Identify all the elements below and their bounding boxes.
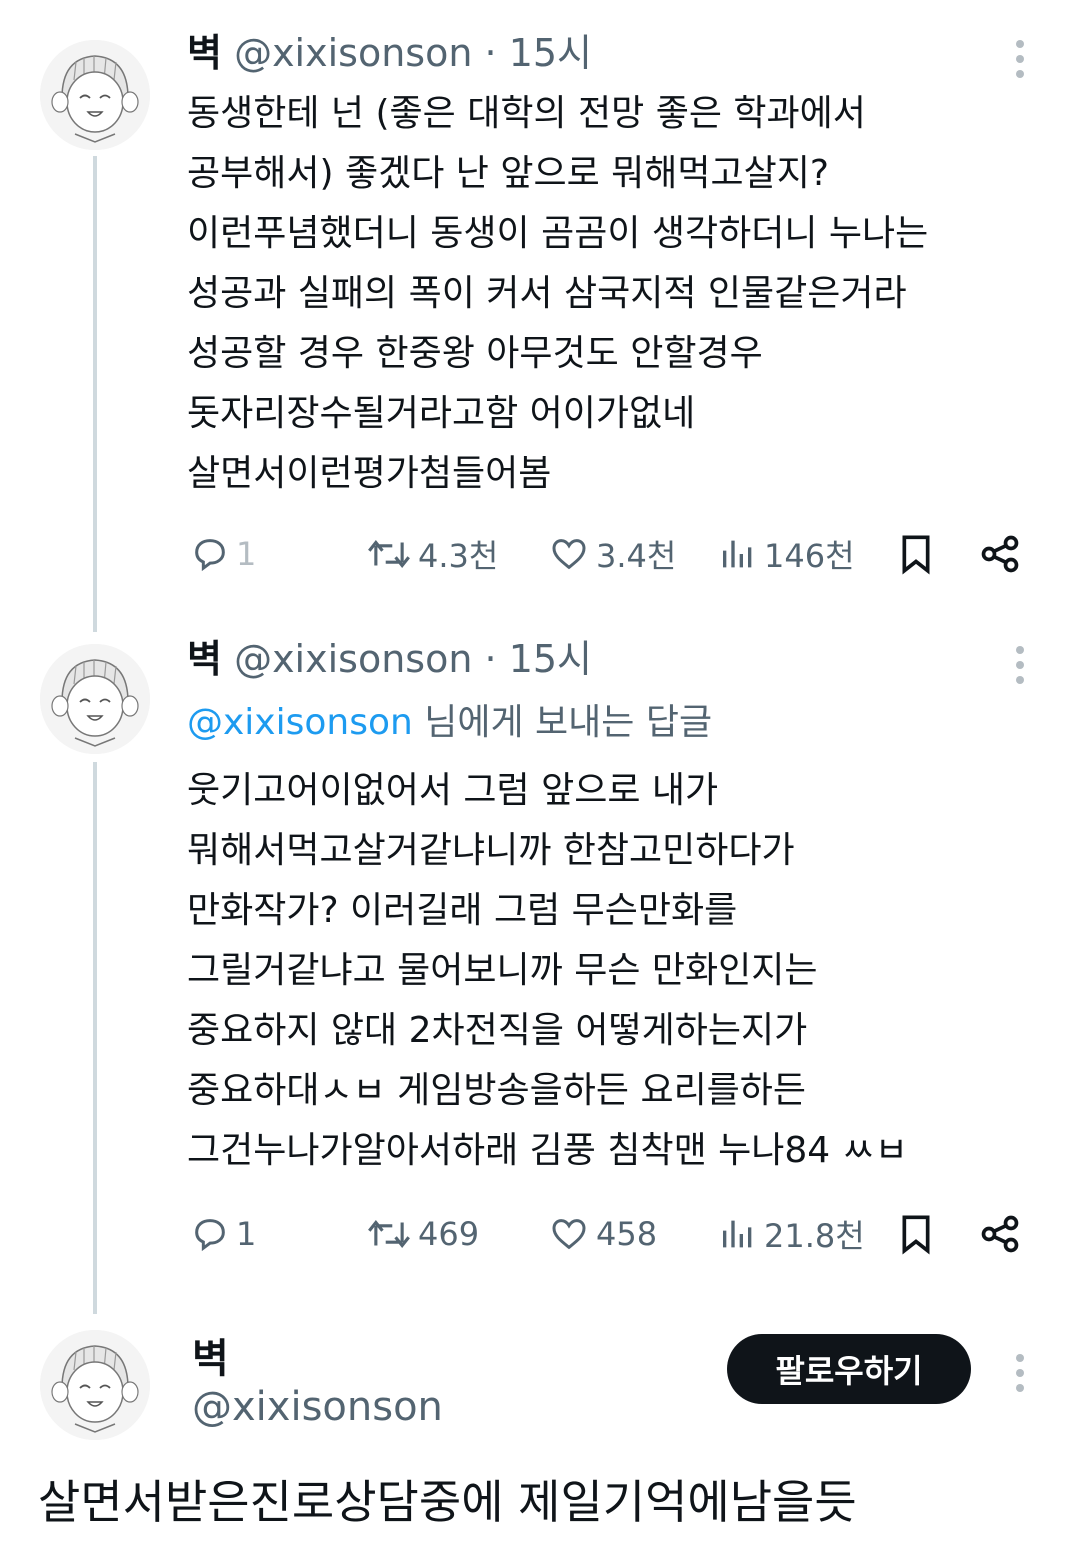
follow-button[interactable]: 팔로우하기 <box>727 1334 971 1404</box>
tweet-2[interactable]: 벽 @xixisonson · 15시 @xixisonson 님에게 보내는 … <box>0 620 1080 1320</box>
bookmark-button[interactable] <box>896 1204 936 1264</box>
share-button[interactable] <box>978 1204 1022 1264</box>
more-icon[interactable] <box>1008 646 1032 691</box>
avatar[interactable] <box>40 1330 150 1440</box>
avatar[interactable] <box>40 644 150 754</box>
retweet-count: 4.3천 <box>418 537 499 575</box>
tweet-1[interactable]: 벽 @xixisonson · 15시 동생한테 넌 (좋은 대학의 전망 좋은… <box>0 0 1080 632</box>
action-bar: 1 4.3천 3.4천 146천 <box>0 524 1080 584</box>
share-icon <box>981 1215 1019 1253</box>
reply-icon <box>195 539 225 572</box>
bookmark-icon <box>902 535 930 575</box>
reply-count: 1 <box>236 535 257 573</box>
action-bar: 1 469 458 21.8천 <box>0 1204 1080 1264</box>
avatar-image <box>40 1330 150 1440</box>
avatar-image <box>40 40 150 150</box>
reply-icon <box>195 1219 225 1252</box>
display-name[interactable]: 벽 <box>187 637 222 681</box>
share-button[interactable] <box>978 524 1022 584</box>
tweet-header: 벽 @xixisonson · 15시 <box>187 28 592 78</box>
separator-dot: · <box>484 637 497 681</box>
reply-button[interactable]: 1 <box>190 524 256 584</box>
reply-context: @xixisonson 님에게 보내는 답글 <box>187 698 712 748</box>
views-icon <box>723 1220 752 1248</box>
tweet-header: 벽 @xixisonson · 15시 <box>187 634 592 684</box>
views-button[interactable]: 146천 <box>718 524 855 584</box>
separator-dot: · <box>484 31 497 75</box>
like-button[interactable]: 458 <box>548 1204 657 1264</box>
user-handle[interactable]: @xixisonson <box>192 1384 443 1430</box>
views-count: 21.8천 <box>764 1217 865 1255</box>
retweet-icon <box>368 1220 410 1248</box>
reply-mention-link[interactable]: @xixisonson <box>187 702 413 743</box>
like-count: 3.4천 <box>596 537 677 575</box>
views-count: 146천 <box>764 537 855 575</box>
share-icon <box>981 535 1019 573</box>
user-handle[interactable]: @xixisonson <box>234 31 472 75</box>
main-tweet: 벽 @xixisonson 팔로우하기 살면서받은진로상담중에 제일기억에남을듯 <box>0 1320 1080 1561</box>
heart-icon <box>552 1219 586 1250</box>
tweet-text: 살면서받은진로상담중에 제일기억에남을듯 <box>38 1475 857 1529</box>
views-button[interactable]: 21.8천 <box>718 1204 865 1264</box>
user-handle[interactable]: @xixisonson <box>234 637 472 681</box>
views-icon <box>723 540 752 568</box>
more-icon[interactable] <box>1008 40 1032 85</box>
retweet-button[interactable]: 469 <box>366 1204 479 1264</box>
more-icon[interactable] <box>1008 1354 1032 1399</box>
timestamp[interactable]: 15시 <box>509 31 592 75</box>
bookmark-button[interactable] <box>896 524 936 584</box>
retweet-count: 469 <box>418 1215 480 1253</box>
avatar-image <box>40 644 150 754</box>
timestamp[interactable]: 15시 <box>509 637 592 681</box>
display-name[interactable]: 벽 <box>192 1326 229 1384</box>
like-button[interactable]: 3.4천 <box>548 524 676 584</box>
display-name[interactable]: 벽 <box>187 31 222 75</box>
reply-context-text: 님에게 보내는 답글 <box>412 702 713 743</box>
heart-icon <box>552 539 586 570</box>
bookmark-icon <box>902 1215 930 1255</box>
retweet-icon <box>368 540 410 568</box>
tweet-text: 웃기고어이없어서 그럼 앞으로 내가 뭐해서먹고살거같냐니까 한참고민하다가 만… <box>187 770 908 1171</box>
retweet-button[interactable]: 4.3천 <box>366 524 498 584</box>
like-count: 458 <box>596 1215 658 1253</box>
avatar[interactable] <box>40 40 150 150</box>
tweet-text: 동생한테 넌 (좋은 대학의 전망 좋은 학과에서 공부해서) 좋겠다 난 앞으… <box>187 93 929 494</box>
reply-count: 1 <box>236 1215 257 1253</box>
reply-button[interactable]: 1 <box>190 1204 256 1264</box>
